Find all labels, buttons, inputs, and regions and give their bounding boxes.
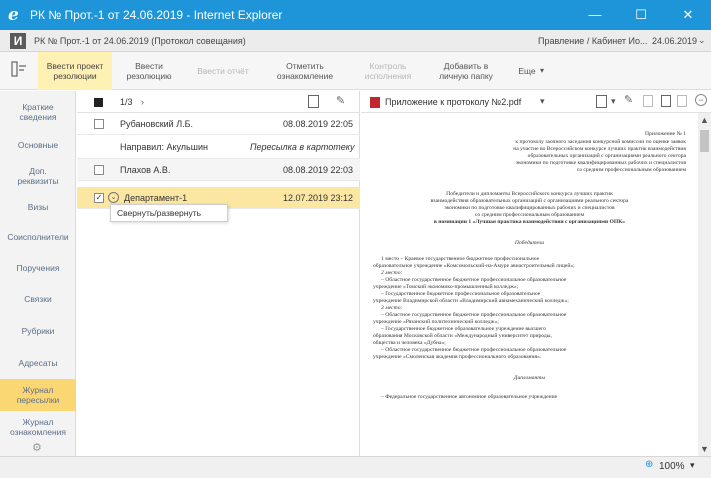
doc-header-line: образовательных организаций с организаци…: [527, 153, 686, 159]
sidebar-item-main[interactable]: Основные: [0, 130, 76, 160]
download-icon[interactable]: [661, 95, 671, 107]
pager: 1/3: [120, 97, 133, 107]
row-checkbox[interactable]: [94, 119, 104, 129]
row-name: Департамент-1: [124, 193, 188, 203]
doc-header-line: к протоколу заочного заседания конкурсно…: [515, 139, 686, 145]
close-button[interactable]: ✕: [665, 0, 711, 30]
new-document-icon[interactable]: [308, 95, 319, 108]
scroll-down-icon[interactable]: ▼: [700, 444, 709, 454]
more-button[interactable]: Еще: [512, 52, 542, 90]
chevron-down-icon[interactable]: ⌄: [698, 35, 706, 46]
doc-body-line: – Федеральное государственное автономное…: [381, 394, 558, 400]
draft-resolution-button[interactable]: Ввести проект резолюции: [38, 52, 112, 90]
row-date: 12.07.2019 23:12: [283, 193, 354, 203]
sidebar-item-familiarization-log[interactable]: Журнал ознакомления: [0, 412, 76, 442]
doc-body-line: образовательное учреждение «Комсомольски…: [373, 263, 575, 269]
row-name: Рубановский Л.Б.: [120, 119, 194, 129]
maximize-button[interactable]: ☐: [618, 0, 664, 30]
sidebar-item-visas[interactable]: Визы: [0, 192, 76, 222]
execution-control-button[interactable]: Контроль исполнения: [352, 52, 424, 90]
vertical-scrollbar[interactable]: [698, 113, 711, 456]
doc-body-line: – Областное государственное бюджетное пр…: [381, 312, 567, 318]
doc-body-line: 3 место:: [381, 305, 403, 311]
doc-body-line: – Государственное бюджетное профессионал…: [381, 291, 541, 297]
sidebar-toggle-button[interactable]: [4, 56, 34, 86]
sidebar-item-addressees[interactable]: Адресаты: [0, 348, 76, 378]
scroll-up-icon[interactable]: ▲: [700, 115, 709, 125]
sidebar-item-assignments[interactable]: Поручения: [0, 252, 76, 284]
doc-appendix: Приложение № 1: [645, 131, 686, 137]
minimize-button[interactable]: —: [572, 0, 618, 30]
app-logo: И: [10, 33, 26, 49]
doc-body-line: 2 место:: [381, 270, 403, 276]
chevron-down-icon[interactable]: ▾: [540, 96, 545, 107]
scrollbar-thumb[interactable]: [700, 130, 709, 152]
zoom-dropdown-icon[interactable]: ▾: [690, 460, 695, 471]
pdf-icon: [370, 97, 380, 108]
doc-header-line: на участие во Всероссийском конкурсе луч…: [513, 146, 686, 152]
sidebar-item-brief[interactable]: Краткие сведения: [0, 96, 76, 128]
minus-circle-icon[interactable]: −: [695, 94, 707, 106]
sidebar-item-forward-log[interactable]: Журнал пересылки: [0, 379, 76, 411]
doc-body-line: учреждение «Рязанский политехнический ко…: [373, 319, 499, 325]
department-label[interactable]: Правление / Кабинет Ио...: [538, 36, 648, 46]
doc-nomination: в номинации 1 «Лучшая практика взаимодей…: [433, 219, 626, 225]
doc-body-line: учреждение «Смоленская академия професси…: [373, 354, 542, 360]
collapse-toggle-icon[interactable]: ⌄: [108, 192, 119, 203]
doc-title-line: экономики по подготовке квалифицированны…: [444, 205, 615, 211]
doc-diplomats-heading: Дипломанты: [513, 375, 546, 381]
doc-winners-heading: Победители: [514, 240, 545, 246]
sidebar-item-extra[interactable]: Доп. реквизиты: [0, 160, 76, 192]
doc-header-line: со средним профессиональным образованием: [576, 167, 686, 173]
doc-body-line: 1 место – Краевое государственное бюджет…: [381, 256, 540, 262]
attachment-name[interactable]: Приложение к протоколу №2.pdf: [385, 97, 521, 107]
copy-icon[interactable]: [643, 95, 653, 107]
edit-icon[interactable]: ✎: [624, 93, 633, 106]
forward-status: Пересылка в картотеку: [250, 142, 355, 152]
doc-body-line: – Областное государственное бюджетное пр…: [381, 347, 567, 353]
doc-body-line: учреждение «Томский экономико-промышленн…: [373, 284, 519, 290]
row-checkbox[interactable]: [94, 165, 104, 175]
sidebar-item-links[interactable]: Связки: [0, 284, 76, 314]
settings-gear-icon[interactable]: ⚙: [32, 441, 42, 454]
chevron-down-icon[interactable]: ▾: [611, 96, 616, 107]
window-title: РК № Прот.-1 от 24.06.2019 - Internet Ex…: [30, 8, 283, 22]
panel-icon: [11, 61, 26, 77]
doc-body-line: общества и человека «Дубна»;: [373, 340, 446, 346]
document-title: РК № Прот.-1 от 24.06.2019 (Протокол сов…: [34, 36, 246, 46]
zoom-icon: ⊕: [645, 459, 654, 470]
doc-body-line: – Государственное бюджетное образователь…: [381, 326, 547, 332]
header-date: 24.06.2019: [652, 36, 698, 46]
row-checkbox-checked[interactable]: ✓: [94, 193, 104, 203]
sidebar-item-coexecutors[interactable]: Соисполнители: [0, 222, 76, 252]
file-icon[interactable]: [677, 95, 687, 107]
doc-title-line: Победители и дипломанты Всероссийского к…: [446, 191, 613, 197]
next-page-icon[interactable]: ›: [141, 97, 144, 107]
sent-by-label: Направил: Акульшин: [120, 142, 208, 152]
doc-header-line: экономики по подготовке квалифицированны…: [515, 160, 686, 166]
doc-title-line: со средним профессиональным образованием: [474, 212, 585, 218]
status-bar: [0, 456, 711, 478]
tooltip-text: Свернуть/развернуть: [117, 208, 202, 218]
row-name: Плахов А.В.: [120, 165, 171, 175]
document-preview: Приложение № 1 к протоколу заочного засе…: [361, 113, 698, 456]
chevron-down-icon: ▾: [540, 66, 545, 75]
row-date: 08.08.2019 22:05: [283, 119, 354, 129]
select-all-checkbox[interactable]: [94, 98, 103, 107]
zoom-level[interactable]: 100%: [659, 461, 685, 472]
add-to-folder-button[interactable]: Добавить в личную папку: [426, 52, 506, 90]
doc-title-line: взаимодействия образовательных организац…: [430, 198, 629, 204]
edit-icon[interactable]: ✎: [336, 94, 345, 107]
document-icon[interactable]: [596, 95, 607, 108]
ie-logo-icon: e: [8, 5, 19, 25]
mark-familiarization-button[interactable]: Отметить ознакомление: [262, 52, 348, 90]
enter-report-button[interactable]: Ввести отчёт: [188, 52, 258, 90]
enter-resolution-button[interactable]: Ввести резолюцию: [114, 52, 184, 90]
sidebar-item-rubrics[interactable]: Рубрики: [0, 314, 76, 348]
row-date: 08.08.2019 22:03: [283, 165, 354, 175]
doc-body-line: учреждение Владимирской области «Владими…: [373, 298, 569, 304]
doc-body-line: образования Московской области «Междунар…: [373, 333, 552, 339]
doc-body-line: – Областное государственное бюджетное пр…: [381, 277, 567, 283]
